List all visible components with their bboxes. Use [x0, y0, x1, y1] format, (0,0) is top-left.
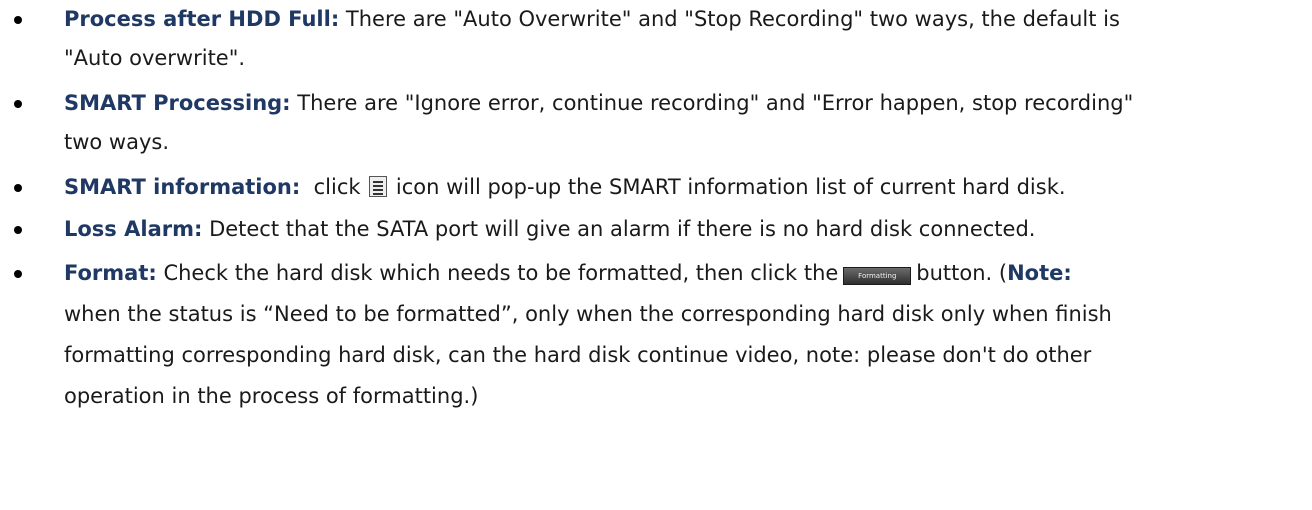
- description-line: operation in the process of formatting.): [64, 384, 479, 408]
- bullet-icon: [14, 184, 22, 192]
- description-line: when the status is “Need to be formatted…: [64, 302, 1112, 326]
- list-item-text: SMART Processing: There are "Ignore erro…: [64, 84, 1290, 123]
- document-page: Process after HDD Full: There are "Auto …: [0, 0, 1312, 510]
- document-icon[interactable]: [369, 176, 388, 197]
- formatting-button[interactable]: Formatting: [843, 267, 912, 285]
- description-line: "Auto overwrite".: [64, 46, 246, 70]
- term-label: Format:: [64, 261, 157, 285]
- list-item-text-continued: "Auto overwrite".: [64, 39, 1290, 78]
- description-line: formatting corresponding hard disk, can …: [64, 343, 1092, 367]
- list-item-text: Format: Check the hard disk which needs …: [64, 254, 1290, 293]
- description-text: Detect that the SATA port will give an a…: [202, 217, 1036, 241]
- term-label: Process after HDD Full:: [64, 7, 340, 31]
- list-item-text: SMART information: click icon will pop-u…: [64, 168, 1290, 207]
- list-item-text: Process after HDD Full: There are "Auto …: [64, 0, 1290, 39]
- bullet-icon: [14, 226, 22, 234]
- list-item-text-continued: two ways.: [64, 123, 1290, 162]
- list-item-text-continued: when the status is “Need to be formatted…: [64, 295, 1290, 334]
- description-line: two ways.: [64, 130, 170, 154]
- list-item-text: Loss Alarm: Detect that the SATA port wi…: [64, 210, 1290, 249]
- list-item-text-continued: operation in the process of formatting.): [64, 377, 1290, 416]
- term-label: SMART Processing:: [64, 91, 291, 115]
- bullet-icon: [14, 270, 22, 278]
- description-text: click: [300, 175, 368, 199]
- description-text: Check the hard disk which needs to be fo…: [156, 261, 839, 285]
- description-text: icon will pop-up the SMART information l…: [389, 175, 1066, 199]
- bullet-icon: [14, 16, 22, 24]
- term-label: SMART information:: [64, 175, 301, 199]
- description-line: There are "Ignore error, continue record…: [290, 91, 1134, 115]
- list-item-text-continued: formatting corresponding hard disk, can …: [64, 336, 1290, 375]
- note-label: Note:: [1007, 261, 1072, 285]
- term-label: Loss Alarm:: [64, 217, 203, 241]
- description-line: There are "Auto Overwrite" and "Stop Rec…: [339, 7, 1120, 31]
- bullet-icon: [14, 100, 22, 108]
- description-text: button. (: [916, 261, 1008, 285]
